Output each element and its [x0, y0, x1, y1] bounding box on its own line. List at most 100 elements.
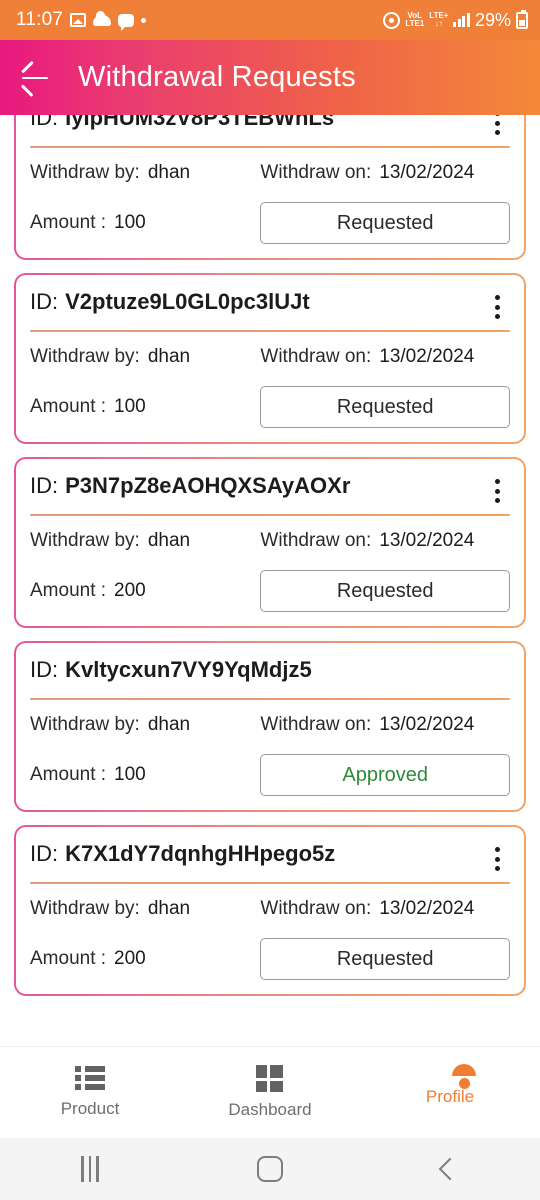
- withdraw-on-field: Withdraw on: 13/02/2024: [260, 714, 510, 736]
- card-meta-row: Withdraw by: dhan Withdraw on: 13/02/2024: [30, 332, 510, 368]
- withdraw-by-field: Withdraw by: dhan: [30, 162, 260, 184]
- amount-value: 200: [114, 580, 146, 601]
- withdraw-on-value: 13/02/2024: [379, 898, 475, 919]
- status-button[interactable]: Requested: [260, 386, 510, 428]
- amount-field: Amount : 100: [30, 764, 260, 786]
- grid-icon: [256, 1065, 284, 1092]
- id-label: ID:: [30, 115, 59, 130]
- card-amount-row: Amount : 200 Requested: [30, 552, 510, 612]
- home-icon[interactable]: [180, 1156, 360, 1182]
- amount-label: Amount :: [30, 764, 107, 785]
- chat-icon: [118, 13, 135, 31]
- withdraw-on-value: 13/02/2024: [379, 714, 475, 735]
- withdrawal-request-card[interactable]: ID: P3N7pZ8eAOHQXSAyAOXr Withdraw by: dhan W…: [14, 457, 526, 628]
- amount-value: 200: [114, 948, 146, 969]
- card-header: ID: IyIpHUM3zV8P3TEBWhLs: [30, 115, 510, 146]
- id-value: IyIpHUM3zV8P3TEBWhLs: [65, 115, 335, 130]
- withdraw-on-label: Withdraw on:: [260, 898, 372, 919]
- nav-item-profile[interactable]: Profile: [360, 1078, 540, 1107]
- card-amount-row: Amount : 100 Requested: [30, 368, 510, 428]
- withdraw-on-label: Withdraw on:: [260, 530, 372, 551]
- id-value: V2ptuze9L0GL0pc3lUJt: [65, 289, 310, 314]
- withdraw-by-label: Withdraw by:: [30, 714, 140, 735]
- more-options-icon[interactable]: [484, 115, 510, 138]
- app-root: 11:07 VoL LTE1 LTE+ ↓↑ 29% Withdrawal Re…: [0, 0, 540, 1200]
- battery-percent-label: 29%: [474, 9, 511, 30]
- card-amount-row: Amount : 100 Approved: [30, 736, 510, 796]
- card-header: ID: V2ptuze9L0GL0pc3lUJt: [30, 285, 510, 330]
- status-button[interactable]: Requested: [260, 202, 510, 244]
- status-bar: 11:07 VoL LTE1 LTE+ ↓↑ 29%: [0, 0, 540, 40]
- withdraw-by-field: Withdraw by: dhan: [30, 346, 260, 368]
- cloud-icon: [93, 10, 112, 26]
- withdraw-on-value: 13/02/2024: [379, 530, 475, 551]
- card-amount-row: Amount : 200 Requested: [30, 920, 510, 980]
- amount-label: Amount :: [30, 396, 107, 417]
- battery-icon: [516, 9, 528, 29]
- withdraw-on-value: 13/02/2024: [379, 162, 475, 183]
- nav-label: Profile: [425, 1087, 475, 1106]
- withdraw-by-value: dhan: [147, 530, 191, 551]
- card-meta-row: Withdraw by: dhan Withdraw on: 13/02/2024: [30, 700, 510, 736]
- withdraw-on-field: Withdraw on: 13/02/2024: [260, 346, 510, 368]
- withdraw-on-field: Withdraw on: 13/02/2024: [260, 162, 510, 184]
- nav-label: Dashboard: [228, 1100, 312, 1119]
- more-options-icon[interactable]: [484, 292, 510, 322]
- status-button[interactable]: Requested: [260, 570, 510, 612]
- card-header: ID: P3N7pZ8eAOHQXSAyAOXr: [30, 469, 510, 514]
- back-arrow-icon[interactable]: [18, 61, 52, 97]
- status-button[interactable]: Approved: [260, 754, 510, 796]
- amount-value: 100: [114, 764, 146, 785]
- withdraw-by-label: Withdraw by:: [30, 530, 140, 551]
- volte-indicator: VoL LTE1: [405, 12, 424, 28]
- card-meta-row: Withdraw by: dhan Withdraw on: 13/02/2024: [30, 884, 510, 920]
- withdrawal-request-card[interactable]: ID: Kvltycxun7VY9YqMdjz5 Withdraw by: dhan W…: [14, 641, 526, 812]
- amount-label: Amount :: [30, 948, 107, 969]
- dot-icon: [141, 17, 147, 23]
- request-id: ID: IyIpHUM3zV8P3TEBWhLs: [30, 115, 334, 130]
- withdraw-by-field: Withdraw by: dhan: [30, 714, 260, 736]
- withdraw-by-value: dhan: [147, 898, 191, 919]
- recent-apps-icon[interactable]: [0, 1156, 180, 1182]
- withdraw-by-label: Withdraw by:: [30, 162, 140, 183]
- amount-label: Amount :: [30, 580, 107, 601]
- volte-sub-label: LTE1: [405, 19, 425, 28]
- android-system-nav: [0, 1138, 540, 1200]
- id-label: ID:: [30, 473, 59, 498]
- data-arrows-icon: ↓↑: [434, 19, 443, 28]
- nav-item-dashboard[interactable]: Dashboard: [180, 1065, 360, 1120]
- app-bar: Withdrawal Requests: [0, 40, 540, 115]
- more-options-icon[interactable]: [484, 476, 510, 506]
- withdraw-by-field: Withdraw by: dhan: [30, 898, 260, 920]
- request-id: ID: K7X1dY7dqnhgHHpego5z: [30, 841, 335, 866]
- list-icon: [75, 1066, 105, 1090]
- withdraw-on-label: Withdraw on:: [260, 714, 372, 735]
- withdrawal-request-card[interactable]: ID: IyIpHUM3zV8P3TEBWhLs Withdraw by: dhan W…: [14, 115, 526, 260]
- status-bar-left: 11:07: [16, 9, 147, 31]
- request-id: ID: P3N7pZ8eAOHQXSAyAOXr: [30, 473, 350, 498]
- nav-item-product[interactable]: Product: [0, 1066, 180, 1119]
- nav-label: Product: [60, 1099, 120, 1118]
- id-label: ID:: [30, 289, 59, 314]
- id-value: K7X1dY7dqnhgHHpego5z: [65, 841, 336, 866]
- withdrawal-requests-list[interactable]: ID: IyIpHUM3zV8P3TEBWhLs Withdraw by: dhan W…: [0, 115, 540, 1046]
- card-header: ID: Kvltycxun7VY9YqMdjz5: [30, 653, 510, 698]
- withdrawal-request-card[interactable]: ID: K7X1dY7dqnhgHHpego5z Withdraw by: dhan W…: [14, 825, 526, 996]
- hotspot-icon: [383, 11, 401, 29]
- withdraw-on-field: Withdraw on: 13/02/2024: [260, 530, 510, 552]
- id-value: Kvltycxun7VY9YqMdjz5: [65, 657, 312, 682]
- withdraw-by-value: dhan: [147, 714, 191, 735]
- signal-bars-icon: [453, 13, 470, 27]
- withdraw-by-value: dhan: [147, 162, 191, 183]
- more-options-icon[interactable]: [484, 844, 510, 874]
- withdraw-by-value: dhan: [147, 346, 191, 367]
- back-icon[interactable]: [360, 1157, 540, 1181]
- withdraw-on-label: Withdraw on:: [260, 162, 372, 183]
- amount-field: Amount : 100: [30, 396, 260, 418]
- photo-icon: [70, 13, 87, 27]
- amount-value: 100: [114, 396, 146, 417]
- status-button[interactable]: Requested: [260, 938, 510, 980]
- withdrawal-request-card[interactable]: ID: V2ptuze9L0GL0pc3lUJt Withdraw by: dhan W…: [14, 273, 526, 444]
- bottom-navigation: Product Dashboard Profile: [0, 1046, 540, 1138]
- request-id: ID: Kvltycxun7VY9YqMdjz5: [30, 657, 312, 682]
